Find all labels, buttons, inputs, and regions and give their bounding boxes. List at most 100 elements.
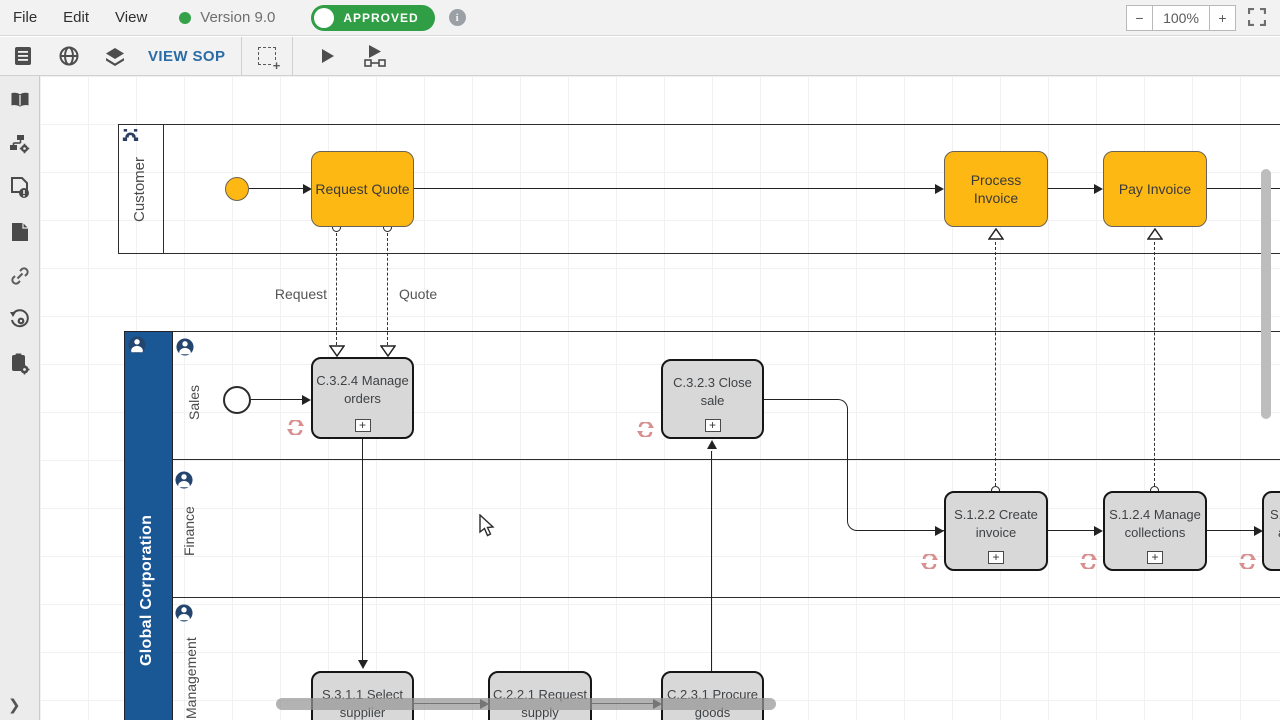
- task-label: S.1: [1270, 507, 1280, 522]
- sequence-flow: [362, 439, 363, 660]
- pool-global-corporation-name: Global Corporation: [138, 505, 160, 675]
- fullscreen-icon[interactable]: [1248, 8, 1268, 28]
- sequence-flow: [249, 188, 304, 189]
- subprocess-plus-marker[interactable]: +: [355, 419, 371, 432]
- task-label: C.3.2.3 Close sale: [673, 375, 752, 408]
- task-procure-goods[interactable]: C.2.3.1 Procure goods: [661, 671, 764, 720]
- play-icon[interactable]: [317, 45, 339, 67]
- zoom-in-button[interactable]: +: [1210, 5, 1236, 31]
- sequence-flow: [414, 188, 937, 189]
- play-process-icon[interactable]: [363, 45, 389, 67]
- message-flow: [336, 233, 337, 345]
- clipboard-gear-icon[interactable]: [9, 353, 31, 375]
- approval-toggle[interactable]: APPROVED: [311, 5, 434, 31]
- sequence-flow: [1207, 530, 1254, 531]
- message-flow: [995, 242, 996, 486]
- arrowhead: [1094, 184, 1103, 194]
- marquee-plus-glyph: +: [273, 61, 281, 71]
- start-event-sales[interactable]: [223, 386, 251, 414]
- task-pay-invoice[interactable]: Pay Invoice: [1103, 151, 1207, 227]
- arrowhead: [1094, 526, 1103, 536]
- zoom-out-button[interactable]: −: [1126, 5, 1152, 31]
- subprocess-plus-marker[interactable]: +: [988, 551, 1004, 564]
- loop-icon: [1239, 554, 1256, 569]
- approval-toggle-knob[interactable]: [314, 8, 334, 28]
- task-clipped-right[interactable]: S.1 a: [1262, 491, 1280, 571]
- person-circle-icon: [176, 338, 194, 356]
- document-alert-icon[interactable]: [9, 177, 31, 199]
- link-icon[interactable]: [9, 265, 31, 287]
- left-sidebar: ❯: [0, 76, 40, 720]
- start-event-customer[interactable]: [225, 177, 249, 201]
- person-circle-icon: [175, 604, 193, 622]
- sequence-flow: [1048, 188, 1096, 189]
- task-process-invoice[interactable]: Process Invoice: [944, 151, 1048, 227]
- menu-bar: File Edit View Version 9.0 APPROVED i − …: [0, 0, 1280, 36]
- arrowhead: [707, 440, 717, 449]
- view-sop-button[interactable]: VIEW SOP: [148, 48, 225, 65]
- vertical-scrollbar[interactable]: [1261, 169, 1271, 419]
- person-circle-icon: [128, 336, 146, 354]
- arrowhead: [302, 395, 311, 405]
- toolbar-separator: [292, 37, 293, 75]
- task-label: C.3.2.4 Manage orders: [316, 373, 409, 406]
- loop-icon: [1080, 554, 1097, 569]
- task-label: S.1.2.2 Create invoice: [954, 507, 1038, 540]
- arrowhead: [935, 526, 944, 536]
- message-flow: [1154, 242, 1155, 486]
- horizontal-scrollbar[interactable]: [276, 698, 776, 710]
- task-create-invoice[interactable]: S.1.2.2 Create invoice +: [944, 491, 1048, 571]
- task-select-supplier[interactable]: S.3.1.1 Select supplier: [311, 671, 414, 720]
- menu-file[interactable]: File: [13, 9, 37, 26]
- sequence-flow: [1048, 530, 1095, 531]
- file-icon[interactable]: [9, 221, 31, 243]
- lane-border: [173, 597, 1280, 598]
- subprocess-plus-marker[interactable]: +: [1147, 551, 1163, 564]
- pool-global-corporation[interactable]: Global Corporation: [124, 331, 173, 720]
- pool-top-border: [173, 331, 1280, 332]
- loop-icon: [287, 420, 304, 435]
- lane-management-name[interactable]: Management: [183, 622, 201, 720]
- globe-icon[interactable]: [58, 45, 80, 67]
- history-gear-icon[interactable]: [9, 309, 31, 331]
- message-flow: [387, 233, 388, 345]
- subprocess-plus-marker[interactable]: +: [705, 419, 721, 432]
- version-dot: [179, 12, 191, 24]
- lane-sales-name[interactable]: Sales: [186, 378, 204, 426]
- person-circle-icon: [175, 471, 193, 489]
- zoom-level: 100%: [1152, 5, 1210, 31]
- arrowhead: [935, 184, 944, 194]
- zoom-widget: − 100% +: [1126, 5, 1236, 31]
- pool-customer-label-strip[interactable]: Customer: [119, 125, 164, 253]
- pool-customer-name: Customer: [131, 139, 151, 239]
- message-arrowhead: [380, 345, 396, 357]
- process-tree-gear-icon[interactable]: [9, 133, 31, 155]
- layers-icon[interactable]: [104, 45, 126, 67]
- toolbar: VIEW SOP +: [0, 37, 1280, 76]
- book-icon[interactable]: [9, 89, 31, 111]
- task-label: a: [1270, 525, 1280, 540]
- task-manage-orders[interactable]: C.3.2.4 Manage orders +: [311, 357, 414, 439]
- sequence-flow: [251, 399, 304, 400]
- diagram-canvas[interactable]: Customer Request Quote Process Invoice P…: [40, 76, 1280, 720]
- marquee-add-icon[interactable]: +: [258, 47, 276, 65]
- approval-status-label: APPROVED: [343, 11, 418, 25]
- task-manage-collections[interactable]: S.1.2.4 Manage collections +: [1103, 491, 1207, 571]
- chevron-right-icon[interactable]: ❯: [8, 696, 21, 714]
- task-close-sale[interactable]: C.3.2.3 Close sale +: [661, 359, 764, 439]
- version-indicator: Version 9.0: [179, 9, 275, 26]
- sequence-flow: [764, 399, 848, 466]
- sequence-flow: [711, 451, 712, 671]
- lane-border: [173, 459, 1280, 460]
- mouse-cursor: [477, 514, 497, 538]
- lane-finance-name[interactable]: Finance: [181, 500, 199, 562]
- message-label-request: Request: [247, 286, 327, 302]
- info-icon[interactable]: i: [449, 9, 466, 26]
- menu-edit[interactable]: Edit: [63, 9, 89, 26]
- task-request-supply[interactable]: C.2.2.1 Request supply: [488, 671, 592, 720]
- menu-view[interactable]: View: [115, 9, 147, 26]
- task-request-quote[interactable]: Request Quote: [311, 151, 414, 227]
- loop-icon: [637, 422, 654, 437]
- message-arrowhead: [988, 228, 1004, 240]
- document-icon[interactable]: [12, 45, 34, 67]
